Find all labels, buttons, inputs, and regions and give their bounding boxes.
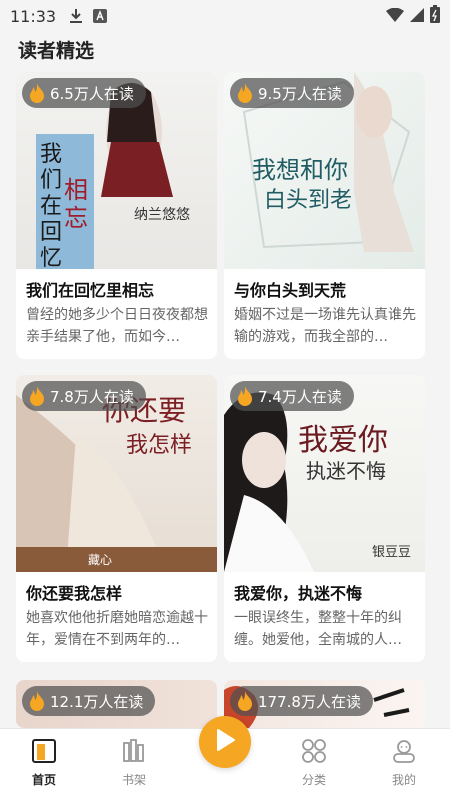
book-cover[interactable]: 我爱你 执迷不悔 银豆豆 7.4万人在读 [224, 375, 425, 572]
book-card[interactable]: 177.8万人在读 [224, 680, 425, 728]
tab-label: 书架 [121, 773, 146, 787]
book-cover[interactable]: 你还要 我怎样 藏心 7.8万人在读 [16, 375, 217, 572]
tab-bookshelf[interactable]: 书架 [104, 737, 164, 788]
book-cover[interactable]: 12.1万人在读 [16, 680, 217, 728]
readers-badge: 7.4万人在读 [230, 381, 354, 411]
cover-title-line1: 我爱你 [298, 423, 388, 458]
battery-icon [430, 5, 440, 27]
book-card[interactable]: 你还要 我怎样 藏心 7.8万人在读 你还要我怎样 她喜欢他他折磨她暗恋逾越十年… [16, 375, 217, 662]
book-title[interactable]: 我们在回忆里相忘 [26, 277, 154, 301]
book-card[interactable]: 我爱你 执迷不悔 银豆豆 7.4万人在读 我爱你，执迷不悔 一眼误终生，整整十年… [224, 375, 425, 662]
category-icon [300, 737, 328, 765]
book-card[interactable]: 我们在回忆里 相忘 纳兰悠悠 6.5万人在读 我们在回忆里相忘 曾经的她多少个日… [16, 72, 217, 359]
cover-author: 藏心 [88, 553, 113, 567]
tab-label: 我的 [391, 773, 416, 787]
readers-count: 177.8万人在读 [258, 692, 361, 711]
section-title: 读者精选 [18, 40, 95, 62]
readers-badge: 177.8万人在读 [230, 686, 373, 716]
download-icon [68, 8, 84, 24]
cover-author: 纳兰悠悠 [134, 207, 190, 223]
flame-icon [28, 386, 46, 406]
status-bar: 11:33 [0, 0, 450, 32]
play-icon [214, 728, 236, 756]
cover-title-line2: 我怎样 [126, 433, 193, 458]
a-notification-icon [92, 8, 108, 24]
book-card[interactable]: 我想和你 白头到老 9.5万人在读 与你白头到天荒 婚姻不过是一场谁先认真谁先输… [224, 72, 425, 359]
flame-icon [28, 691, 46, 711]
tab-profile[interactable]: 我的 [374, 737, 434, 788]
flame-icon [236, 691, 254, 711]
signal-icon [410, 7, 424, 26]
readers-badge: 12.1万人在读 [22, 686, 156, 716]
flame-icon [236, 83, 254, 103]
book-cover[interactable]: 177.8万人在读 [224, 680, 425, 728]
book-cover[interactable]: 我们在回忆里 相忘 纳兰悠悠 6.5万人在读 [16, 72, 217, 269]
cover-title-line2: 执迷不悔 [306, 459, 386, 483]
readers-count: 9.5万人在读 [258, 84, 342, 103]
profile-icon [390, 737, 418, 765]
tab-label: 首页 [31, 773, 56, 787]
readers-count: 7.4万人在读 [258, 387, 342, 406]
audio-play-button[interactable] [199, 716, 251, 768]
cover-title-line2: 白头到老 [264, 188, 353, 213]
flame-icon [236, 386, 254, 406]
readers-badge: 9.5万人在读 [230, 78, 354, 108]
readers-badge: 6.5万人在读 [22, 78, 146, 108]
book-card[interactable]: 12.1万人在读 [16, 680, 217, 728]
book-title[interactable]: 你还要我怎样 [26, 580, 122, 604]
home-book-icon [30, 737, 58, 765]
book-description: 她喜欢他他折磨她暗恋逾越十年，爱情在不到两年的… [26, 610, 208, 648]
cover-author: 银豆豆 [372, 545, 412, 560]
status-time: 11:33 [10, 6, 57, 26]
tab-home[interactable]: 首页 [14, 737, 74, 788]
tab-category[interactable]: 分类 [284, 737, 344, 788]
book-cover[interactable]: 我想和你 白头到老 9.5万人在读 [224, 72, 425, 269]
cover-title-line1: 我想和你 [252, 156, 348, 184]
book-title[interactable]: 我爱你，执迷不悔 [234, 580, 362, 604]
readers-badge: 7.8万人在读 [22, 381, 146, 411]
readers-count: 12.1万人在读 [50, 692, 144, 711]
flame-icon [28, 83, 46, 103]
book-description: 婚姻不过是一场谁先认真谁先输的游戏，而我全部的… [234, 307, 416, 345]
book-description: 曾经的她多少个日日夜夜都想亲手结果了他，而如今… [26, 307, 208, 345]
book-description: 一眼误终生，整整十年的纠缠。她爱他，全南城的人… [234, 610, 402, 648]
wifi-icon [386, 7, 404, 26]
bookshelf-icon [120, 737, 148, 765]
book-title[interactable]: 与你白头到天荒 [234, 277, 346, 301]
readers-count: 7.8万人在读 [50, 387, 134, 406]
tab-label: 分类 [301, 773, 326, 787]
readers-count: 6.5万人在读 [50, 84, 134, 103]
